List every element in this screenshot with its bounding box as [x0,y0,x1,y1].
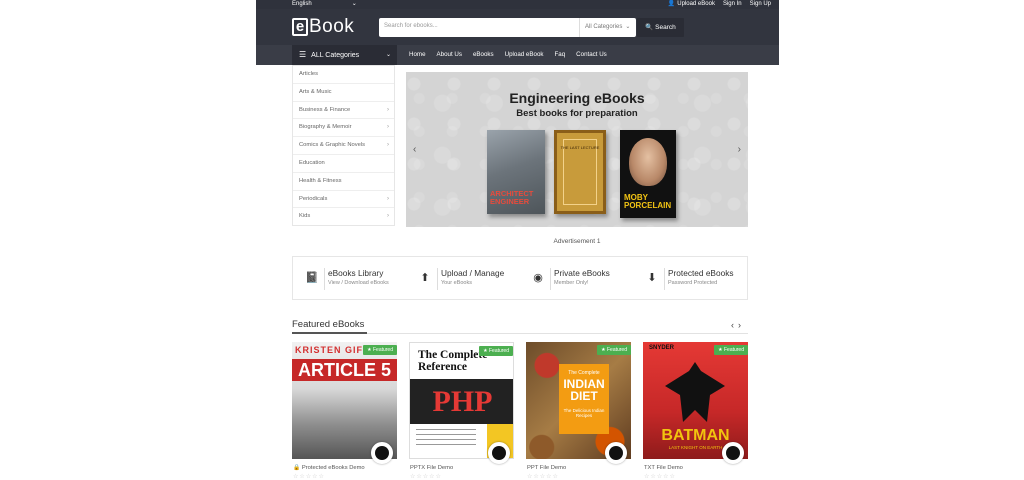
ebook-card[interactable]: The Complete Reference PHP ★ Featured PP… [409,342,514,480]
sidebar-item-articles[interactable]: Articles [293,66,394,84]
ebook-title[interactable]: 🔒 Protected eBooks Demo [293,465,365,471]
ebook-title[interactable]: PPT File Demo [527,465,566,471]
sidebar-item-arts-music[interactable]: Arts & Music [293,84,394,102]
main-nav: ☰ ALL Categories ⌄ Home About Us eBooks U… [256,45,779,65]
sidebar-item-kids[interactable]: Kids › [293,208,394,226]
avatar[interactable] [371,442,393,464]
nav-faq[interactable]: Faq [554,45,565,65]
sidebar-item-health-fitness[interactable]: Health & Fitness [293,173,394,191]
featured-badge: ★ Featured [479,346,513,356]
signup-link[interactable]: Sign Up [750,0,771,8]
chevron-right-icon: › [387,106,389,113]
search-icon: 🔍 [645,24,654,31]
user-icon: 👤 [667,1,676,7]
carousel-next-button[interactable]: › [738,320,745,330]
sidebar-item-business-finance[interactable]: Business & Finance › [293,102,394,120]
ebook-card[interactable]: SNYDER BATMAN LAST KNIGHT ON EARTH ★ Fea… [643,342,748,480]
banner-book-cover: THE LAST LECTURE [554,130,606,214]
featured-badge: ★ Featured [363,345,397,355]
banner-subtitle: Best books for preparation [516,108,638,119]
category-sidebar: Articles Arts & Music Business & Finance… [292,65,395,226]
features-strip: 📓 eBooks Library View / Download eBooks … [292,256,748,300]
upload-icon: ⬆ [420,272,430,284]
rating-stars: ☆☆☆☆☆ [293,474,325,480]
chevron-right-icon: › [387,142,389,149]
banner-book-cover: MOBY PORCELAIN [620,130,676,218]
batman-icon [665,362,725,422]
chevron-down-icon: ⌄ [385,52,391,58]
upload-ebook-link[interactable]: 👤 Upload eBook [668,0,715,8]
sidebar-item-periodicals[interactable]: Periodicals › [293,191,394,209]
chevron-right-icon: › [387,213,389,220]
ebook-title[interactable]: PPTX File Demo [410,465,453,471]
nav-upload-ebook[interactable]: Upload eBook [505,45,544,65]
logo[interactable]: e Book [292,16,355,37]
hero-banner[interactable]: Engineering eBooks Best books for prepar… [406,72,748,227]
section-divider [292,332,748,334]
all-categories-button[interactable]: ☰ ALL Categories ⌄ [292,45,397,65]
banner-title: Engineering eBooks [509,90,645,106]
chevron-down-icon: ⌄ [351,1,357,7]
avatar[interactable] [488,442,510,464]
language-selector[interactable]: English ⌄ [292,0,357,8]
avatar[interactable] [605,442,627,464]
rating-stars: ☆☆☆☆☆ [527,474,559,480]
ebook-card[interactable]: The Complete INDIAN DIET The Delicious I… [526,342,631,480]
nav-ebooks[interactable]: eBooks [473,45,494,65]
avatar[interactable] [722,442,744,464]
nav-home[interactable]: Home [409,45,426,65]
chevron-right-icon: › [387,195,389,202]
logo-text: Book [309,16,355,37]
page: English ⌄ 👤 Upload eBook Sign In Sign Up e… [256,0,779,480]
category-select[interactable]: All Categories ⌄ [579,18,636,37]
logo-mark: e [292,18,308,36]
download-icon: ⬇ [647,272,657,284]
carousel-prev-button[interactable]: ‹ [731,320,738,330]
search-button[interactable]: 🔍 Search [637,18,684,37]
featured-heading: Featured eBooks [292,319,365,330]
user-icon: ◉ [533,272,543,284]
nav-about-us[interactable]: About Us [437,45,462,65]
chevron-right-icon: › [387,124,389,131]
menu-icon: ☰ [299,50,307,59]
language-label: English [292,1,312,7]
featured-badge: ★ Featured [597,345,631,355]
advertisement-label: Advertisement 1 [553,238,601,245]
header: e Book Search for ebooks... All Categori… [256,9,779,45]
sidebar-item-biography-memoir[interactable]: Biography & Memoir › [293,119,394,138]
chevron-down-icon: ⌄ [625,24,631,30]
sidebar-item-comics[interactable]: Comics & Graphic Novels › [293,137,394,155]
search-box: Search for ebooks... All Categories ⌄ [379,18,636,37]
rating-stars: ☆☆☆☆☆ [644,474,676,480]
slider-prev-button[interactable]: ‹ [413,144,416,155]
nav-contact-us[interactable]: Contact Us [576,45,607,65]
top-bar: English ⌄ 👤 Upload eBook Sign In Sign Up [256,0,779,9]
search-input[interactable]: Search for ebooks... [384,23,438,29]
ebook-card[interactable]: KRISTEN GIF ARTICLE 5 ★ Featured 🔒 Prote… [292,342,397,480]
ebook-title[interactable]: TXT File Demo [644,465,683,471]
rating-stars: ☆☆☆☆☆ [410,474,442,480]
featured-badge: ★ Featured [714,345,748,355]
sidebar-item-education[interactable]: Education [293,155,394,173]
banner-book-cover: ARCHITECT ENGINEER [487,130,545,214]
signin-link[interactable]: Sign In [723,0,742,8]
carousel-arrows: ‹› [731,320,745,330]
book-icon: 📓 [305,272,319,284]
slider-next-button[interactable]: › [738,144,741,155]
